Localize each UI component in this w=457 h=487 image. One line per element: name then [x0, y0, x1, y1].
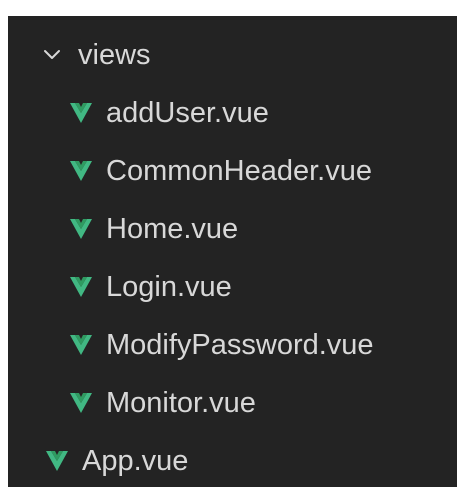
screenshot-root: views addUser.vue CommonHeader.vue Home.… [0, 0, 457, 487]
file-label: addUser.vue [106, 96, 269, 129]
file-explorer: views addUser.vue CommonHeader.vue Home.… [8, 16, 457, 487]
root-file-row[interactable]: App.vue [8, 432, 457, 487]
chevron-down-icon[interactable] [40, 43, 64, 67]
vue-icon [68, 332, 94, 358]
vue-icon [68, 390, 94, 416]
file-label: Home.vue [106, 212, 239, 245]
file-row[interactable]: ModifyPassword.vue [8, 316, 457, 374]
file-label: Monitor.vue [106, 386, 256, 419]
file-label: ModifyPassword.vue [106, 328, 374, 361]
vue-icon [68, 274, 94, 300]
file-row[interactable]: Home.vue [8, 200, 457, 258]
folder-label: views [78, 38, 151, 71]
file-label: Login.vue [106, 270, 232, 303]
file-row[interactable]: Monitor.vue [8, 374, 457, 432]
file-label: CommonHeader.vue [106, 154, 372, 187]
root-file-label: App.vue [82, 444, 189, 477]
file-row[interactable]: Login.vue [8, 258, 457, 316]
file-row[interactable]: addUser.vue [8, 84, 457, 142]
top-strip [0, 0, 457, 12]
vue-icon [68, 158, 94, 184]
vue-icon [44, 448, 70, 474]
vue-icon [68, 216, 94, 242]
file-row[interactable]: CommonHeader.vue [8, 142, 457, 200]
vue-icon [68, 100, 94, 126]
folder-row-views[interactable]: views [8, 26, 457, 84]
